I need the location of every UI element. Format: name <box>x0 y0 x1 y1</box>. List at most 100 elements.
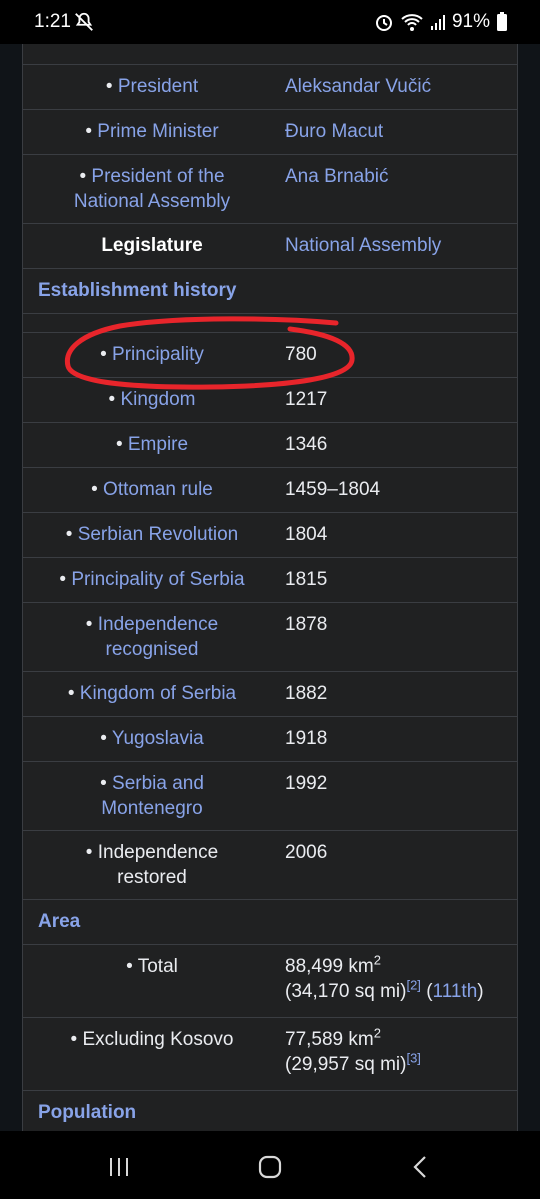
independence-recognised-link[interactable]: Independence recognised <box>98 614 218 660</box>
table-row <box>23 44 517 64</box>
table-row: • Total 88,499 km2 (34,170 sq mi)[2] (11… <box>23 944 517 1017</box>
row-label: • Serbian Revolution <box>65 524 239 545</box>
prime-minister-link[interactable]: Prime Minister <box>97 121 218 142</box>
kingdom-of-serbia-link[interactable]: Kingdom of Serbia <box>80 683 236 704</box>
recent-apps-button[interactable] <box>99 1151 139 1183</box>
assembly-president-name-link[interactable]: Ana Brnabić <box>285 166 389 187</box>
kingdom-link[interactable]: Kingdom <box>120 389 195 410</box>
row-label: • Principality of Serbia <box>59 569 245 590</box>
table-row: • Ottoman rule 1459–1804 <box>23 467 517 512</box>
table-row: • Prime Minister Đuro Macut <box>23 109 517 154</box>
row-value: 1804 <box>285 524 328 545</box>
president-name-link[interactable]: Aleksandar Vučić <box>285 76 431 97</box>
principality-of-serbia-link[interactable]: Principality of Serbia <box>71 569 244 590</box>
wifi-icon <box>401 14 423 31</box>
row-value: Ana Brnabić <box>281 155 517 223</box>
row-value: 88,499 km2 (34,170 sq mi)[2] (111th) <box>285 952 484 1002</box>
row-value: 1346 <box>285 434 328 455</box>
row-label: • President <box>105 76 199 97</box>
row-label: • Serbia and Montenegro <box>100 773 204 819</box>
assembly-president-link[interactable]: President of the National Assembly <box>74 166 230 212</box>
row-value: Đuro Macut <box>281 110 517 154</box>
row-value: 1815 <box>285 569 328 590</box>
excluding-km: 77,589 km <box>285 1029 374 1050</box>
row-label: • Kingdom of Serbia <box>67 683 237 704</box>
ref-3-link[interactable]: [3] <box>406 1051 420 1066</box>
km-sup: 2 <box>373 952 381 968</box>
establishment-heading: Establishment history <box>38 280 237 301</box>
table-row: • Serbia and Montenegro 1992 <box>23 761 517 830</box>
section-header-area: Area <box>23 899 517 944</box>
navigation-bar <box>0 1131 540 1199</box>
row-label: • Independence recognised <box>85 614 219 660</box>
principality-link[interactable]: Principality <box>112 344 204 365</box>
serbia-and-montenegro-link[interactable]: Serbia and Montenegro <box>101 773 204 819</box>
row-value: 1992 <box>285 773 328 794</box>
battery-icon <box>497 12 507 31</box>
table-row <box>23 313 517 332</box>
battery-percent: 91% <box>451 11 490 32</box>
total-label: Total <box>137 956 178 977</box>
president-link[interactable]: President <box>118 76 198 97</box>
excluding-sqmi: (29,957 sq mi) <box>285 1054 407 1075</box>
row-value: 1459–1804 <box>285 479 381 500</box>
row-value: National Assembly <box>281 224 517 268</box>
national-assembly-link[interactable]: National Assembly <box>285 235 441 256</box>
table-row: • Independence recognised 1878 <box>23 602 517 671</box>
table-row: • Yugoslavia 1918 <box>23 716 517 761</box>
serbian-revolution-link[interactable]: Serbian Revolution <box>78 524 239 545</box>
row-value: 2006 <box>285 842 328 863</box>
table-row: Legislature National Assembly <box>23 223 517 268</box>
row-label: • Yugoslavia <box>100 728 204 749</box>
row-label: • Ottoman rule <box>91 479 213 500</box>
alarm-icon <box>375 15 392 31</box>
row-label: • Excluding Kosovo <box>70 1029 234 1050</box>
empire-link[interactable]: Empire <box>128 434 188 455</box>
row-value: 1918 <box>285 728 328 749</box>
table-row: • Principality 780 <box>23 332 517 377</box>
row-label: • President of the National Assembly <box>73 166 231 212</box>
ottoman-rule-link[interactable]: Ottoman rule <box>103 479 213 500</box>
infobox-table: • President Aleksandar Vučić • Prime Min… <box>22 44 518 1131</box>
row-label: • Total <box>126 956 178 977</box>
row-value: 1217 <box>285 389 328 410</box>
home-icon <box>258 1155 282 1179</box>
mute-icon <box>75 12 93 31</box>
home-button[interactable] <box>250 1151 290 1183</box>
status-bar: 1:21 91% <box>0 0 540 44</box>
row-value: 1882 <box>285 683 328 704</box>
rank-link[interactable]: 111th <box>433 981 478 1002</box>
recent-apps-icon <box>110 1158 128 1176</box>
status-icons: 91% <box>374 11 508 33</box>
row-value: 77,589 km2 (29,957 sq mi)[3] <box>281 1018 517 1090</box>
row-label: • Independence restored <box>85 842 219 888</box>
clock: 1:21 <box>34 11 71 32</box>
population-heading[interactable]: Population <box>23 1091 151 1131</box>
row-label: • Principality <box>100 344 204 365</box>
row-label: • Kingdom <box>108 389 196 410</box>
row-value: 780 <box>285 344 317 365</box>
table-row: • Serbian Revolution 1804 <box>23 512 517 557</box>
independence-restored-label: Independence restored <box>97 842 219 888</box>
back-icon <box>413 1156 426 1178</box>
section-header-population: Population <box>23 1090 517 1131</box>
ref-2-link[interactable]: [2] <box>406 978 420 993</box>
legislature-label: Legislature <box>101 235 203 256</box>
table-row: • Empire 1346 <box>23 422 517 467</box>
row-value: 1878 <box>285 614 328 635</box>
table-row: • Kingdom of Serbia 1882 <box>23 671 517 716</box>
prime-minister-name-link[interactable]: Đuro Macut <box>285 121 383 142</box>
table-row: • President of the National Assembly Ana … <box>23 154 517 223</box>
row-label: • Empire <box>115 434 189 455</box>
yugoslavia-link[interactable]: Yugoslavia <box>112 728 204 749</box>
table-row: • Excluding Kosovo 77,589 km2 (29,957 sq… <box>23 1017 517 1090</box>
table-row: • Principality of Serbia 1815 <box>23 557 517 602</box>
area-heading[interactable]: Area <box>23 900 95 944</box>
table-row: • Kingdom 1217 <box>23 377 517 422</box>
table-row: • Independence restored 2006 <box>23 830 517 899</box>
section-header-establishment: Establishment history <box>23 268 517 313</box>
row-label: • Prime Minister <box>85 121 219 142</box>
article-page[interactable]: • President Aleksandar Vučić • Prime Min… <box>0 44 540 1131</box>
signal-icon <box>430 15 445 30</box>
back-button[interactable] <box>400 1151 440 1183</box>
